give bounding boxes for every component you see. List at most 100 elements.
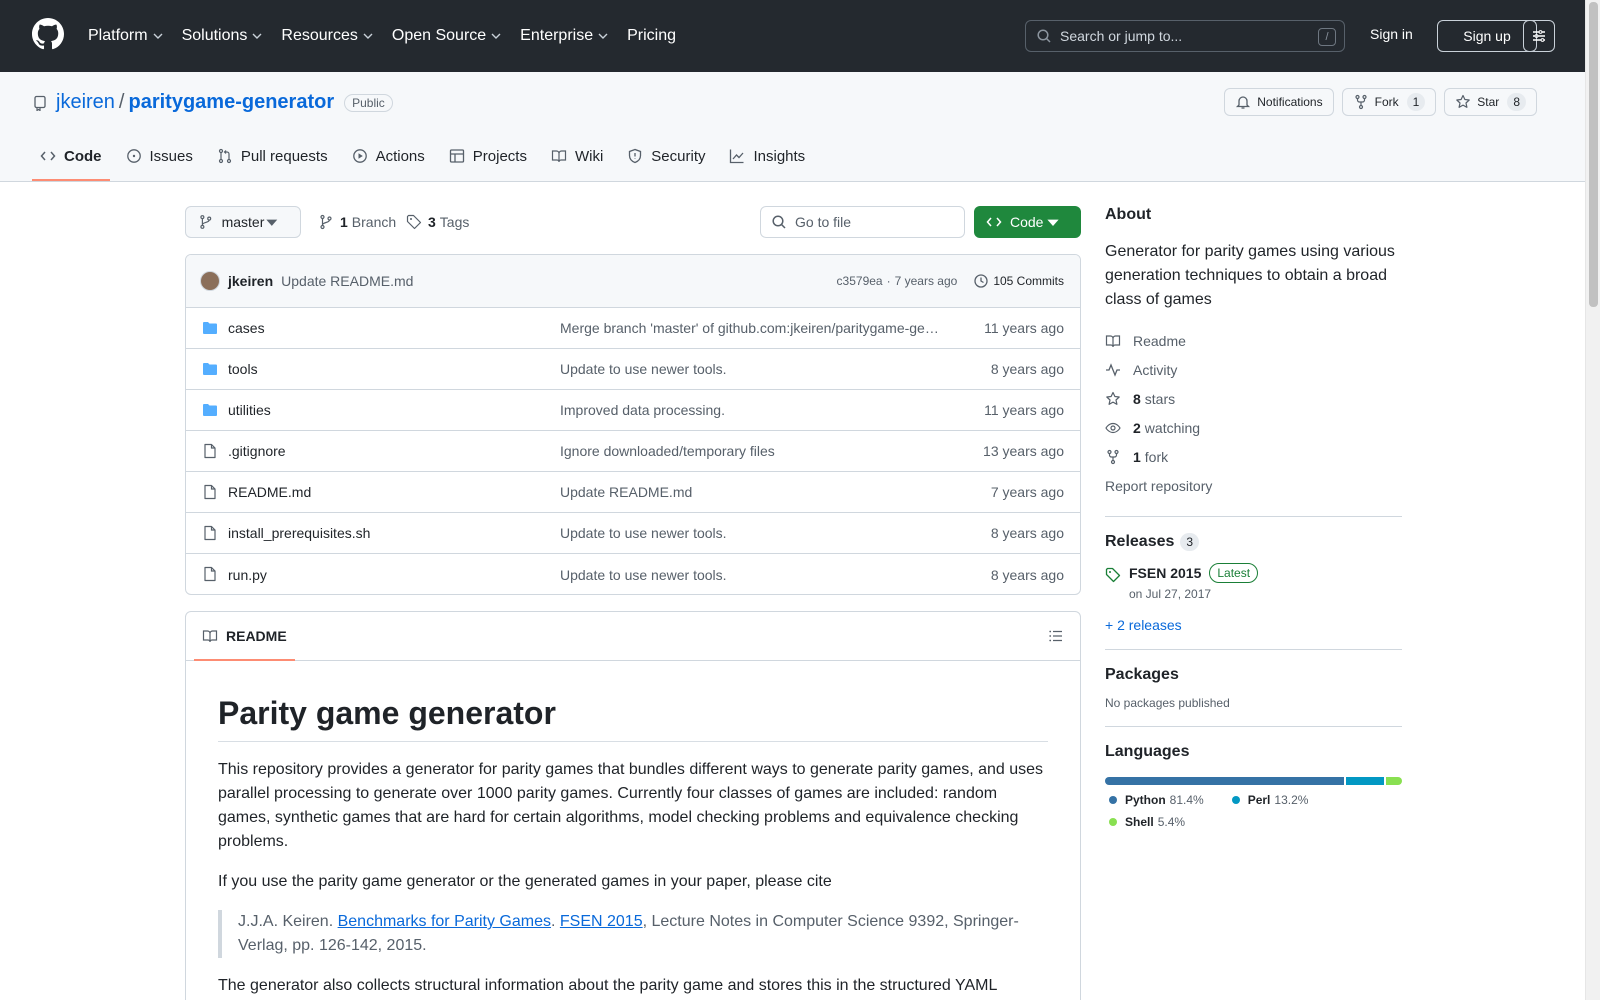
file-icon	[204, 443, 216, 459]
file-commit-message-link[interactable]: Update to use newer tools.	[560, 567, 940, 583]
file-icon	[204, 566, 216, 582]
language-item[interactable]: Python 81.4%	[1109, 793, 1204, 807]
tab-security[interactable]: Security	[619, 132, 713, 180]
tag-count: 3	[428, 214, 436, 230]
file-commit-message-link[interactable]: Ignore downloaded/temporary files	[560, 443, 940, 459]
chevron-down-icon	[363, 33, 373, 39]
go-to-file-input[interactable]: Go to file	[760, 206, 965, 238]
tab-label: Pull requests	[240, 147, 328, 165]
commits-count: 105 Commits	[993, 274, 1064, 288]
citation-quote: J.J.A. Keiren. Benchmarks for Parity Gam…	[218, 910, 1048, 958]
tab-label: Actions	[375, 147, 425, 165]
tab-label: Insights	[753, 147, 806, 165]
commit-author-link[interactable]: jkeiren	[228, 273, 273, 289]
report-repository-link[interactable]: Report repository	[1105, 471, 1402, 500]
fork-count: 1	[1133, 448, 1141, 465]
file-list: jkeiren Update README.md c3579ea · 7 yea…	[185, 254, 1081, 595]
list-icon[interactable]	[1048, 628, 1064, 644]
repo-name-link[interactable]: paritygame-generator	[128, 91, 334, 114]
tab-code[interactable]: Code	[32, 132, 110, 181]
search-input[interactable]: Search or jump to... /	[1025, 20, 1345, 52]
language-color-dot	[1109, 818, 1117, 827]
table-icon	[449, 149, 464, 163]
latest-release[interactable]: FSEN 2015 Latest on Jul 27, 2017	[1105, 563, 1402, 601]
nav-enterprise[interactable]: Enterprise	[520, 27, 609, 45]
code-button-label: Code	[1010, 214, 1044, 230]
file-commit-message-link[interactable]: Merge branch 'master' of github.com:jkei…	[560, 320, 940, 336]
file-name-link[interactable]: install_prerequisites.sh	[228, 525, 370, 541]
watching-count: 2	[1133, 419, 1141, 436]
tab-pull-requests[interactable]: Pull requests	[209, 132, 336, 180]
menu-button[interactable]	[1523, 20, 1555, 52]
file-row: cases Merge branch 'master' of github.com…	[186, 308, 1080, 349]
commit-message-link[interactable]: Update README.md	[281, 273, 413, 289]
notifications-button[interactable]: Notifications	[1224, 88, 1334, 116]
sign-up-button[interactable]: Sign up	[1437, 20, 1537, 52]
repo-owner-link[interactable]: jkeiren	[56, 91, 115, 114]
nav-platform[interactable]: Platform	[88, 27, 164, 45]
stars-link[interactable]: 8 stars	[1105, 384, 1402, 413]
tab-projects[interactable]: Projects	[441, 132, 535, 180]
commit-hash-link[interactable]: c3579ea	[837, 274, 883, 288]
fsen-link[interactable]: FSEN 2015	[560, 913, 643, 930]
search-shortcut-key: /	[1318, 28, 1336, 46]
nav-label: Pricing	[627, 27, 676, 44]
commits-history-link[interactable]: 105 Commits	[973, 273, 1064, 289]
tab-insights[interactable]: Insights	[721, 132, 813, 180]
folder-icon	[203, 363, 217, 375]
nav-resources[interactable]: Resources	[281, 27, 373, 45]
file-name-link[interactable]: .gitignore	[228, 443, 286, 459]
nav-label: Solutions	[181, 27, 248, 44]
file-name-link[interactable]: utilities	[228, 402, 271, 418]
nav-open-source[interactable]: Open Source	[392, 27, 502, 45]
nav-solutions[interactable]: Solutions	[182, 27, 264, 45]
language-item[interactable]: Shell 5.4%	[1109, 815, 1185, 829]
sign-in-link[interactable]: Sign in	[1370, 26, 1413, 42]
tab-actions[interactable]: Actions	[344, 132, 433, 180]
readme-link[interactable]: Readme	[1105, 326, 1402, 355]
file-name-link[interactable]: tools	[228, 361, 258, 377]
file-commit-message-link[interactable]: Update to use newer tools.	[560, 361, 940, 377]
divider	[1105, 649, 1402, 651]
star-button[interactable]: Star 8	[1444, 88, 1537, 116]
watching-link[interactable]: 2 watching	[1105, 413, 1402, 442]
readme-tab[interactable]: README	[194, 612, 295, 661]
file-commit-message-link[interactable]: Update to use newer tools.	[560, 525, 940, 541]
avatar[interactable]	[200, 271, 220, 291]
tab-wiki[interactable]: Wiki	[543, 132, 611, 180]
page-scrollbar[interactable]	[1585, 0, 1600, 1000]
tags-link[interactable]: 3 Tags	[406, 214, 469, 230]
releases-heading[interactable]: Releases 3	[1105, 533, 1402, 551]
more-releases-link[interactable]: + 2 releases	[1105, 617, 1402, 633]
code-dropdown-button[interactable]: Code	[974, 206, 1081, 238]
pulse-icon	[1106, 362, 1120, 377]
file-name-link[interactable]: cases	[228, 320, 265, 336]
forks-link[interactable]: 1 fork	[1105, 442, 1402, 471]
branch-select-button[interactable]: master	[185, 206, 301, 238]
fork-count: 1	[1406, 93, 1426, 111]
language-name: Python	[1125, 793, 1166, 808]
divider	[1105, 726, 1402, 728]
activity-link[interactable]: Activity	[1105, 355, 1402, 384]
scrollbar-thumb[interactable]	[1589, 2, 1598, 307]
stars-count: 8	[1133, 390, 1141, 407]
file-name-link[interactable]: run.py	[228, 567, 267, 583]
file-commit-message-link[interactable]: Improved data processing.	[560, 402, 940, 418]
tag-label: Tags	[439, 214, 470, 230]
chevron-down-icon	[598, 33, 608, 39]
file-commit-message-link[interactable]: Update README.md	[560, 484, 940, 500]
branches-link[interactable]: 1 Branch	[318, 214, 396, 230]
repo-separator: /	[118, 91, 125, 113]
file-icon	[204, 525, 216, 541]
file-name-link[interactable]: README.md	[228, 484, 311, 500]
tab-label: Security	[651, 147, 706, 165]
language-item[interactable]: Perl 13.2%	[1231, 793, 1308, 807]
branch-label: Branch	[351, 214, 397, 230]
github-logo-icon[interactable]	[32, 18, 64, 50]
tab-issues[interactable]: Issues	[118, 132, 201, 180]
benchmarks-paper-link[interactable]: Benchmarks for Parity Games	[338, 913, 551, 930]
packages-heading[interactable]: Packages	[1105, 666, 1402, 684]
fork-button[interactable]: Fork 1	[1341, 88, 1437, 116]
fork-icon	[1107, 449, 1119, 464]
nav-pricing[interactable]: Pricing	[627, 27, 676, 45]
